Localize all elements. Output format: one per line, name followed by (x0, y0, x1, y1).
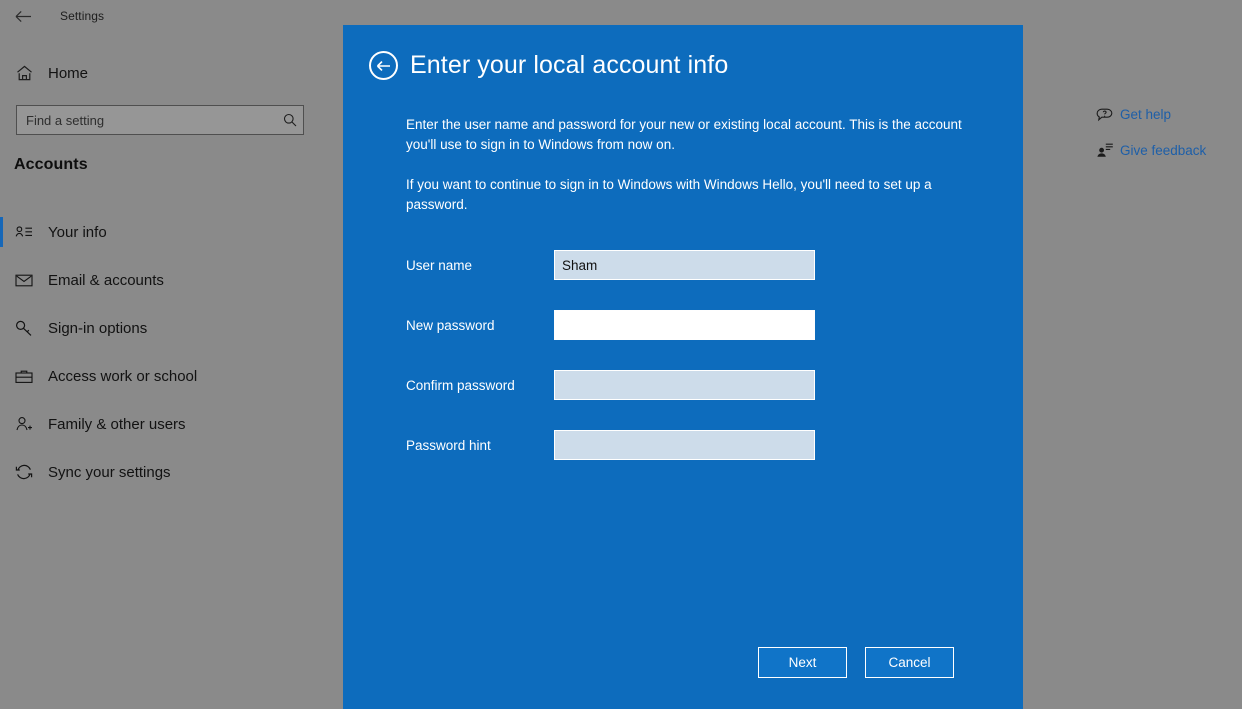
password-hint-input[interactable] (554, 430, 815, 460)
sidebar-item-label: Your info (48, 224, 107, 241)
confirm-password-input[interactable] (554, 370, 815, 400)
briefcase-icon (0, 369, 48, 384)
sidebar-item-home[interactable]: Home (0, 58, 321, 88)
user-name-input[interactable] (554, 250, 815, 280)
form-row-password-hint: Password hint (406, 430, 1016, 490)
key-icon (0, 320, 48, 336)
selection-accent-bar (0, 313, 3, 343)
home-icon (0, 65, 48, 81)
form-row-user-name: User name (406, 250, 1016, 310)
settings-sidebar: Settings Home Accounts (0, 0, 321, 709)
dialog-title: Enter your local account info (410, 51, 728, 80)
give-feedback-label: Give feedback (1120, 143, 1206, 158)
sidebar-nav-list: Your info Email & accounts Sign-i (0, 208, 321, 496)
sidebar-home-label: Home (48, 65, 88, 82)
back-arrow-icon[interactable] (0, 1, 46, 31)
selection-accent-bar (0, 409, 3, 439)
confirm-password-label: Confirm password (406, 370, 554, 393)
dialog-paragraph-1: Enter the user name and password for you… (406, 115, 976, 155)
selection-accent-bar (0, 457, 3, 487)
dialog-paragraph-2: If you want to continue to sign in to Wi… (406, 175, 976, 215)
form-row-confirm-password: Confirm password (406, 370, 1016, 430)
next-button[interactable]: Next (758, 647, 847, 678)
search-input-wrapper[interactable] (16, 105, 304, 135)
sidebar-item-email-accounts[interactable]: Email & accounts (0, 256, 321, 304)
sidebar-item-label: Family & other users (48, 416, 186, 433)
window-title: Settings (60, 9, 104, 23)
contact-card-icon (0, 225, 48, 239)
window-titlebar: Settings (0, 0, 321, 32)
search-icon (277, 113, 303, 127)
selection-accent-bar (0, 265, 3, 295)
feedback-person-icon (1090, 143, 1120, 158)
selection-accent-bar (0, 361, 3, 391)
search-input[interactable] (17, 113, 277, 128)
give-feedback-link[interactable]: Give feedback (1090, 136, 1242, 164)
dialog-header: Enter your local account info (369, 51, 728, 80)
help-panel: Get help Give feedback (1090, 100, 1242, 172)
dialog-actions: Next Cancel (343, 647, 1023, 678)
get-help-label: Get help (1120, 107, 1171, 122)
sidebar-item-your-info[interactable]: Your info (0, 208, 321, 256)
user-name-label: User name (406, 250, 554, 273)
password-hint-label: Password hint (406, 430, 554, 453)
local-account-dialog: Enter your local account info Enter the … (343, 25, 1023, 709)
question-bubble-icon (1090, 107, 1120, 122)
add-person-icon (0, 416, 48, 432)
local-account-form: User name New password Confirm password … (406, 250, 1016, 490)
form-row-new-password: New password (406, 310, 1016, 370)
envelope-icon (0, 273, 48, 287)
sidebar-item-family-other-users[interactable]: Family & other users (0, 400, 321, 448)
cancel-button[interactable]: Cancel (865, 647, 954, 678)
sidebar-item-access-work-school[interactable]: Access work or school (0, 352, 321, 400)
selection-accent-bar (0, 217, 3, 247)
new-password-input[interactable] (554, 310, 815, 340)
sidebar-item-label: Sign-in options (48, 320, 147, 337)
sidebar-item-label: Sync your settings (48, 464, 171, 481)
sidebar-item-label: Access work or school (48, 368, 197, 385)
sidebar-item-label: Email & accounts (48, 272, 164, 289)
sidebar-item-sync-your-settings[interactable]: Sync your settings (0, 448, 321, 496)
new-password-label: New password (406, 310, 554, 333)
sidebar-item-sign-in-options[interactable]: Sign-in options (0, 304, 321, 352)
sidebar-section-title: Accounts (14, 156, 88, 174)
circle-back-arrow-icon[interactable] (369, 51, 398, 80)
sync-icon (0, 464, 48, 480)
get-help-link[interactable]: Get help (1090, 100, 1242, 128)
